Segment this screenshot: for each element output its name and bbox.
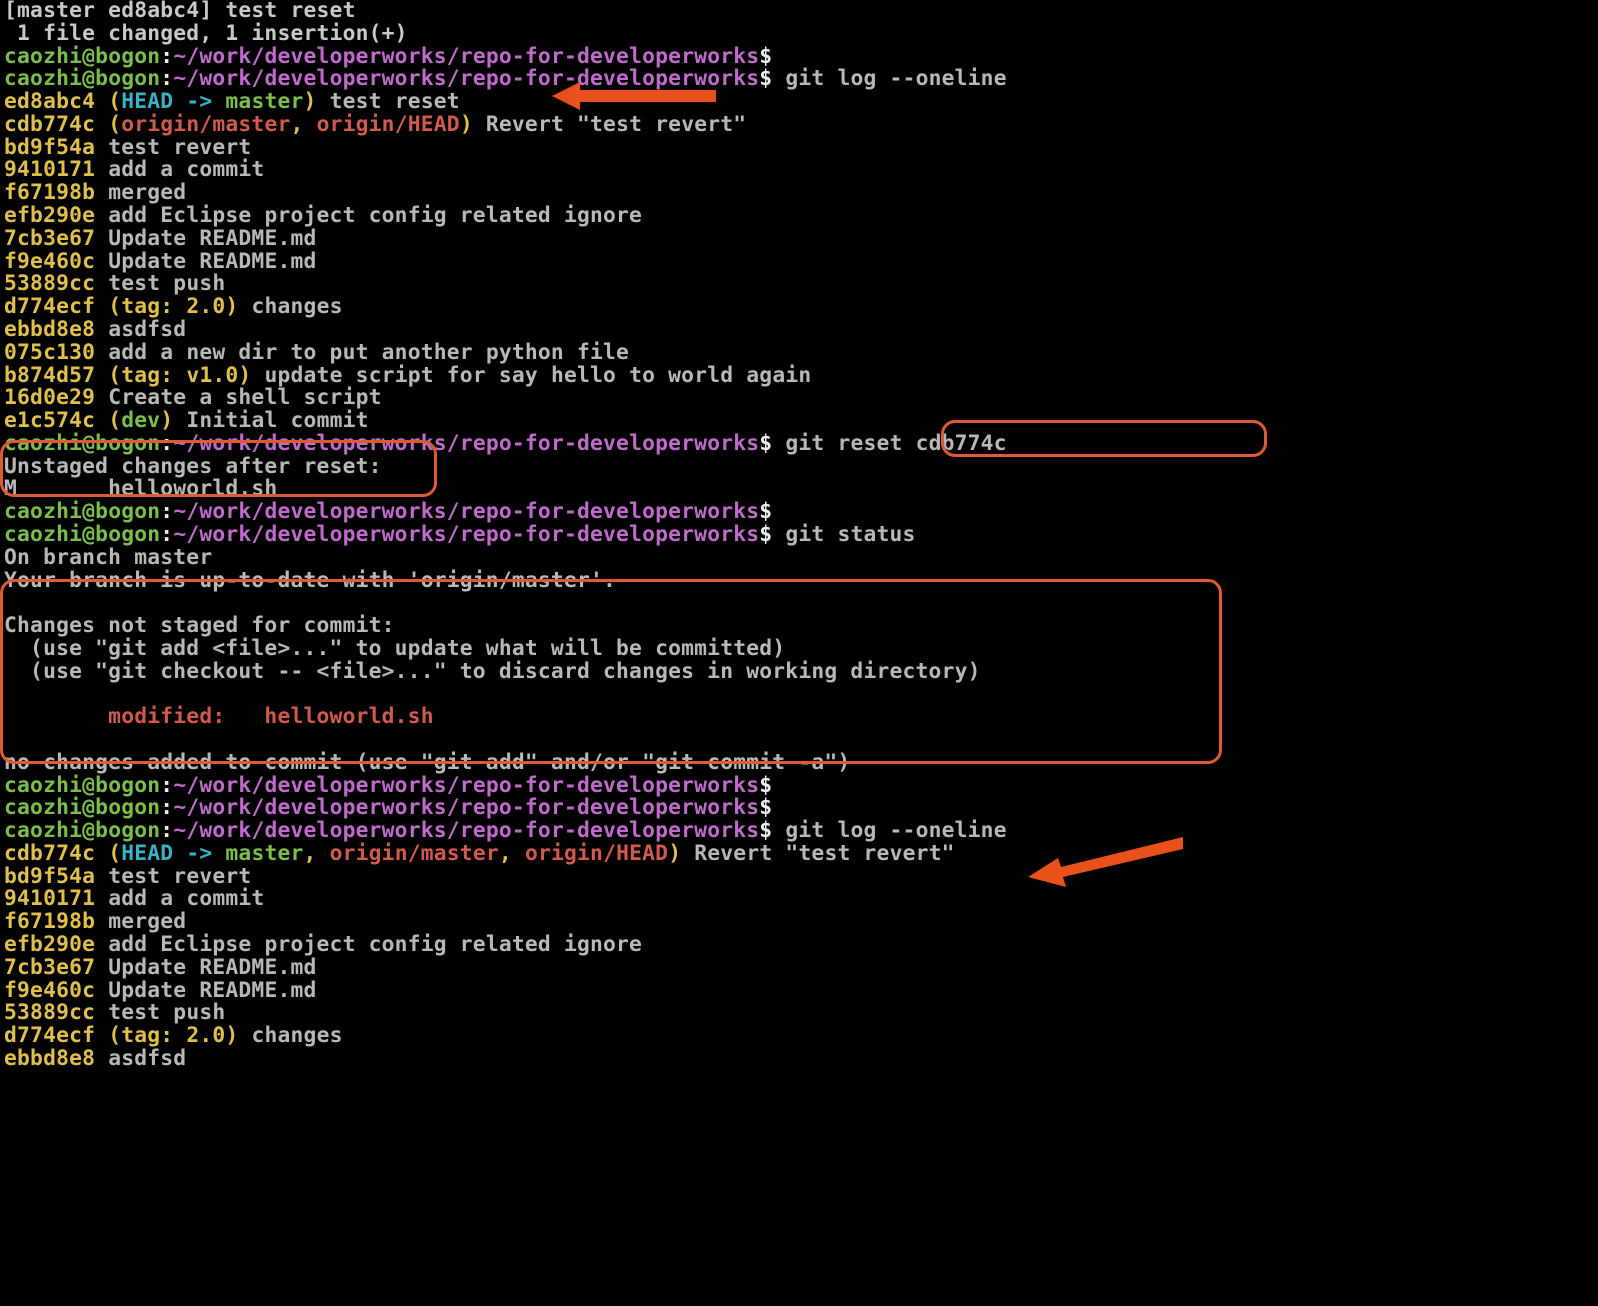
log1-row: 7cb3e67 Update README.md [4,226,317,251]
log1-row: 16d0e29 Create a shell script [4,385,382,410]
reset-output-line: Unstaged changes after reset: [4,454,382,479]
commit-summary-line1: [master ed8abc4] test reset [4,0,356,23]
log1-row: cdb774c (origin/master, origin/HEAD) Rev… [4,112,746,137]
log1-row: f9e460c Update README.md [4,249,317,274]
log2-row: f9e460c Update README.md [4,978,317,1003]
reset-output-line: M helloworld.sh [4,476,277,501]
log2-row: cdb774c (HEAD -> master, origin/master, … [4,841,955,866]
log2-row: d774ecf (tag: 2.0) changes [4,1023,343,1048]
log2-row: efb290e add Eclipse project config relat… [4,932,642,957]
status-modified-line: modified: helloworld.sh [4,704,434,729]
log1-row: 53889cc test push [4,271,225,296]
log1-row: d774ecf (tag: 2.0) changes [4,294,343,319]
log1-row: f67198b merged [4,180,186,205]
status-line: no changes added to commit (use "git add… [4,750,850,775]
status-line: On branch master [4,545,212,570]
status-line: (use "git checkout -- <file>..." to disc… [4,659,981,684]
log2-row: 9410171 add a commit [4,886,264,911]
prompt-line: caozhi@bogon:~/work/developerworks/repo-… [4,773,772,798]
log2-row: f67198b merged [4,909,186,934]
status-line: Your branch is up-to-date with 'origin/m… [4,568,616,593]
prompt-line: caozhi@bogon:~/work/developerworks/repo-… [4,499,772,524]
command-git-log[interactable] [772,66,785,91]
log1-row: ed8abc4 (HEAD -> master) test reset [4,89,460,114]
log2-row: 7cb3e67 Update README.md [4,955,317,980]
prompt-line: caozhi@bogon:~/work/developerworks/repo-… [4,818,1007,843]
command-git-reset[interactable] [772,431,785,456]
log1-row: efb290e add Eclipse project config relat… [4,203,642,228]
status-line: (use "git add <file>..." to update what … [4,636,785,661]
log2-row: ebbd8e8 asdfsd [4,1046,186,1071]
log1-row: 9410171 add a commit [4,157,264,182]
status-line: Changes not staged for commit: [4,613,395,638]
command-git-status[interactable] [772,522,785,547]
log2-row: 53889cc test push [4,1000,225,1025]
log1-row: ebbd8e8 asdfsd [4,317,186,342]
prompt-line: caozhi@bogon:~/work/developerworks/repo-… [4,66,1007,91]
prompt-line: caozhi@bogon:~/work/developerworks/repo-… [4,522,916,547]
log2-row: bd9f54a test revert [4,864,251,889]
prompt-line: caozhi@bogon:~/work/developerworks/repo-… [4,795,772,820]
prompt-line: caozhi@bogon:~/work/developerworks/repo-… [4,44,772,69]
prompt-line: caozhi@bogon:~/work/developerworks/repo-… [4,431,1007,456]
command-git-log[interactable] [772,818,785,843]
log1-row: 075c130 add a new dir to put another pyt… [4,340,629,365]
log1-row: bd9f54a test revert [4,135,251,160]
commit-summary-line2: 1 file changed, 1 insertion(+) [4,21,408,46]
terminal-output[interactable]: [master ed8abc4] test reset 1 file chang… [0,0,1598,1071]
log1-row: e1c574c (dev) Initial commit [4,408,369,433]
log1-row: b874d57 (tag: v1.0) update script for sa… [4,363,811,388]
